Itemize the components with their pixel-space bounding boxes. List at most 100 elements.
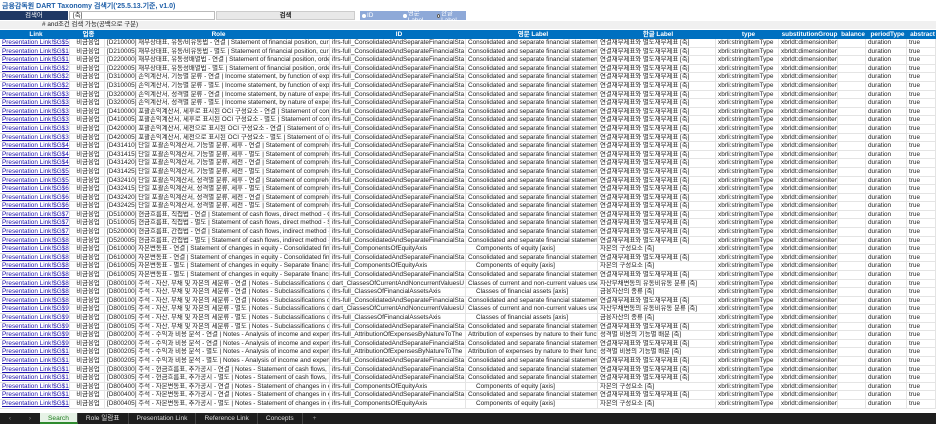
presentation-link[interactable]: Presentation Link!$G$48 [0, 159, 70, 167]
id-cell: ifrs-full_ComponentsOfEquityAxis [330, 399, 466, 408]
presentation-link[interactable]: Presentation Link!$G$94 [0, 314, 70, 322]
sheet-tab[interactable]: Search [40, 413, 78, 424]
presentation-link[interactable]: Presentation Link!$G$94 [0, 322, 70, 331]
add-sheet-button[interactable]: + [303, 415, 327, 422]
column-header[interactable]: 업종 [70, 30, 105, 39]
abstract-cell: true [907, 193, 936, 202]
sheet-tab[interactable]: Role 일람표 [78, 413, 129, 424]
substitution-group-cell: xbrldt:dimensionItem [781, 339, 838, 348]
presentation-link[interactable]: Presentation Link!$G$44 [0, 150, 70, 159]
presentation-link[interactable]: Presentation Link!$G$88 [0, 296, 70, 305]
presentation-link[interactable]: Presentation Link!$G$81 [0, 245, 70, 253]
column-header[interactable]: periodType [866, 30, 907, 39]
presentation-link[interactable]: Presentation Link!$G$15 [0, 56, 70, 64]
sheet-tab[interactable]: Reference Link [196, 413, 258, 424]
balance-cell [838, 236, 866, 245]
column-header[interactable]: abstract [907, 30, 936, 39]
period-type-cell: duration [866, 279, 907, 288]
english-label-cell: Consolidated and separate financial stat… [468, 236, 598, 245]
presentation-link[interactable]: Presentation Link!$G$52 [0, 39, 70, 47]
role-cell: [D800405] 주석 - 자본변동표, 추가공시 - 별도 | Notes … [105, 399, 330, 408]
presentation-link[interactable]: Presentation Link!$G$36 [0, 124, 70, 133]
column-header[interactable]: ID [330, 30, 466, 39]
column-header[interactable]: Role [105, 30, 330, 39]
presentation-link[interactable]: Presentation Link!$G$88 [0, 279, 70, 288]
presentation-link[interactable]: Presentation Link!$G$10 [0, 391, 70, 399]
substitution-group-cell: xbrldt:dimensionItem [781, 124, 838, 133]
balance-cell [838, 176, 866, 185]
presentation-link[interactable]: Presentation Link!$G$94 [0, 305, 70, 313]
english-label-cell: Consolidated and separate financial stat… [468, 210, 598, 219]
presentation-link[interactable]: Presentation Link!$G$76 [0, 228, 70, 236]
next-sheet-icon[interactable]: › [20, 415, 40, 422]
column-header[interactable]: balance [838, 30, 866, 39]
abstract-cell: true [907, 391, 936, 399]
column-header[interactable]: Link [0, 30, 70, 39]
presentation-link[interactable]: Presentation Link!$G$36 [0, 116, 70, 124]
table-row: Presentation Link!$G$81 비금융업 [D520005] 현금흐… [0, 236, 936, 246]
prev-sheet-icon[interactable]: ‹ [0, 415, 20, 422]
presentation-link[interactable]: Presentation Link!$G$21 [0, 64, 70, 73]
abstract-cell: true [907, 90, 936, 99]
english-label-cell: Consolidated and separate financial stat… [468, 90, 598, 99]
sheet-tab[interactable]: Presentation Link [129, 413, 197, 424]
search-input[interactable]: [축] [69, 11, 215, 20]
presentation-link[interactable]: Presentation Link!$G$38 [0, 133, 70, 142]
type-cell: xbrli:stringItemType [716, 314, 779, 322]
presentation-link[interactable]: Presentation Link!$G$81 [0, 236, 70, 245]
presentation-link[interactable]: Presentation Link!$G$81 [0, 253, 70, 262]
presentation-link[interactable]: Presentation Link!$G$10 [0, 399, 70, 408]
column-header[interactable]: substitutionGroup [779, 30, 838, 39]
presentation-link[interactable]: Presentation Link!$G$28 [0, 81, 70, 90]
type-cell: xbrli:stringItemType [716, 339, 779, 348]
sheet-tab[interactable]: Concepts [258, 413, 303, 424]
presentation-link[interactable]: Presentation Link!$G$31 [0, 90, 70, 99]
presentation-link[interactable]: Presentation Link!$G$72 [0, 219, 70, 228]
presentation-link[interactable]: Presentation Link!$G$35 [0, 107, 70, 116]
presentation-link[interactable]: Presentation Link!$G$97 [0, 331, 70, 339]
industry-cell: 비금융업 [70, 271, 105, 279]
industry-cell: 비금융업 [70, 150, 105, 159]
column-header[interactable]: type [716, 30, 779, 39]
industry-cell: 비금융업 [70, 382, 105, 391]
presentation-link[interactable]: Presentation Link!$G$35 [0, 99, 70, 107]
balance-cell [838, 81, 866, 90]
role-cell: [D432410] 단일 포괄손익계산서, 성격별 분류, 세후 - 연결 | … [107, 176, 330, 185]
presentation-link[interactable]: Presentation Link!$G$40 [0, 142, 70, 150]
substitution-group-cell: xbrldt:dimensionItem [781, 133, 838, 142]
presentation-link[interactable]: Presentation Link!$G$82 [0, 271, 70, 279]
presentation-link[interactable]: Presentation Link!$G$56 [0, 176, 70, 185]
abstract-cell: true [907, 116, 936, 124]
radio-id[interactable]: ID [362, 12, 373, 19]
english-label-cell: Components of equity [axis] [466, 245, 598, 253]
presentation-link[interactable]: Presentation Link!$G$60 [0, 185, 70, 193]
presentation-link[interactable]: Presentation Link!$G$88 [0, 288, 70, 296]
abstract-cell: true [907, 288, 936, 296]
search-button[interactable]: 검색 [216, 11, 355, 20]
korean-label-cell: 연결재무제표와 별도재무제표 [축] [598, 185, 716, 193]
type-cell: xbrli:stringItemType [716, 331, 779, 339]
presentation-link[interactable]: Presentation Link!$G$10 [0, 374, 70, 382]
presentation-link[interactable]: Presentation Link!$G$10 [0, 47, 70, 56]
presentation-link[interactable]: Presentation Link!$G$10 [0, 365, 70, 374]
column-header[interactable]: 한글 Label [598, 30, 716, 39]
presentation-link[interactable]: Presentation Link!$G$10 [0, 348, 70, 356]
presentation-link[interactable]: Presentation Link!$G$98 [0, 339, 70, 348]
presentation-link[interactable]: Presentation Link!$G$67 [0, 202, 70, 210]
presentation-link[interactable]: Presentation Link!$G$64 [0, 193, 70, 202]
presentation-link[interactable]: Presentation Link!$G$52 [0, 167, 70, 176]
type-cell: xbrli:stringItemType [716, 262, 779, 271]
role-cell: [D800100] 주석 - 자산, 부채 및 자본의 세분류 - 연결 | N… [105, 288, 330, 296]
column-header[interactable]: 영문 Label [466, 30, 598, 39]
abstract-cell: true [907, 107, 936, 116]
abstract-cell: true [907, 176, 936, 185]
balance-cell [838, 399, 866, 408]
table-row: Presentation Link!$G$60 비금융업 [D432415] 단일 … [0, 185, 936, 194]
presentation-link[interactable]: Presentation Link!$G$10 [0, 356, 70, 365]
presentation-link[interactable]: Presentation Link!$G$10 [0, 382, 70, 391]
table-row: Presentation Link!$G$10 비금융업 [D800205] 주석 … [0, 356, 936, 366]
id-cell: ifrs-full_ConsolidatedAndSeparateFinanci… [332, 167, 466, 176]
presentation-link[interactable]: Presentation Link!$G$24 [0, 73, 70, 81]
presentation-link[interactable]: Presentation Link!$G$70 [0, 210, 70, 219]
presentation-link[interactable]: Presentation Link!$G$81 [0, 262, 70, 271]
